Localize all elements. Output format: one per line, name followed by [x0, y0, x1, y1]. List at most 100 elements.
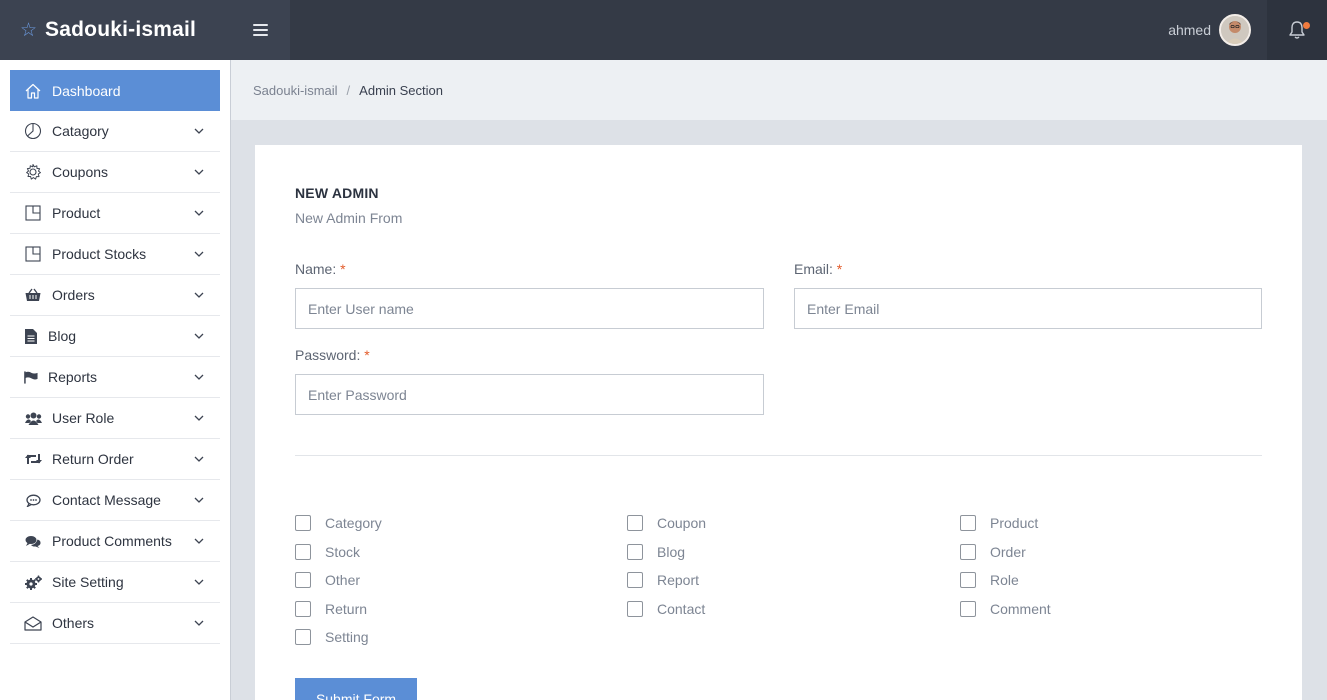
checkbox[interactable] [960, 515, 976, 531]
chevron-down-icon [194, 454, 204, 464]
sidebar-item-label: Blog [48, 328, 77, 344]
permission-setting[interactable]: Setting [295, 629, 369, 645]
menu-toggle-button[interactable] [231, 0, 290, 60]
sidebar-item-dashboard[interactable]: Dashboard [10, 70, 220, 111]
sidebar-item-others[interactable]: Others [10, 603, 220, 644]
sidebar-item-orders[interactable]: Orders [10, 275, 220, 316]
permission-product[interactable]: Product [960, 515, 1038, 531]
sidebar-item-label: Others [52, 615, 95, 631]
checkbox[interactable] [295, 601, 311, 617]
sidebar-item-user-role[interactable]: User Role [10, 398, 220, 439]
breadcrumb-current: Admin Section [359, 82, 443, 98]
chevron-down-icon [194, 495, 204, 505]
layout-icon [24, 204, 42, 222]
permission-comment[interactable]: Comment [960, 601, 1051, 617]
sidebar-item-label: Coupons [52, 164, 109, 180]
comment-icon [24, 491, 42, 509]
chevron-down-icon [194, 208, 204, 218]
sidebar-item-coupons[interactable]: Coupons [10, 152, 220, 193]
chevron-down-icon [194, 372, 204, 382]
breadcrumb-root-link[interactable]: Sadouki-ismail [253, 83, 338, 98]
breadcrumb-separator: / [346, 82, 351, 98]
permission-blog[interactable]: Blog [627, 544, 685, 560]
sidebar-item-label: Return Order [52, 451, 134, 467]
checkbox[interactable] [960, 544, 976, 560]
sidebar-item-catagory[interactable]: Catagory [10, 111, 220, 152]
permission-role[interactable]: Role [960, 572, 1019, 588]
notifications-button[interactable] [1267, 0, 1327, 60]
permission-contact[interactable]: Contact [627, 601, 705, 617]
brand[interactable]: ☆ Sadouki-ismail [0, 0, 231, 60]
checkbox[interactable] [295, 515, 311, 531]
new-admin-card: NEW ADMIN New Admin From Name: * Email: … [255, 145, 1302, 700]
chevron-down-icon [194, 290, 204, 300]
sidebar-item-reports[interactable]: Reports [10, 357, 220, 398]
chevron-down-icon [194, 413, 204, 423]
sidebar-item-site-setting[interactable]: Site Setting [10, 562, 220, 603]
sidebar-item-label: User Role [52, 410, 115, 426]
sidebar-item-label: Product [52, 205, 101, 221]
chevron-down-icon [194, 126, 204, 136]
sidebar-item-blog[interactable]: Blog [10, 316, 220, 357]
user-name[interactable]: ahmed [1168, 22, 1211, 38]
sidebar-item-contact-message[interactable]: Contact Message [10, 480, 220, 521]
email-input[interactable] [794, 288, 1262, 329]
top-bar: ☆ Sadouki-ismail ahmed [0, 0, 1327, 60]
sidebar: Dashboard Catagory Coupons Product Produ… [0, 60, 231, 700]
envelope-open-icon [24, 614, 42, 632]
checkbox[interactable] [960, 572, 976, 588]
name-label: Name: * [295, 261, 346, 277]
sidebar-item-label: Site Setting [52, 574, 124, 590]
permission-order[interactable]: Order [960, 544, 1026, 560]
required-mark: * [364, 347, 370, 363]
name-input[interactable] [295, 288, 764, 329]
chevron-down-icon [194, 577, 204, 587]
form-subtitle: New Admin From [295, 210, 403, 226]
home-icon [24, 82, 42, 100]
password-label: Password: * [295, 347, 370, 363]
checkbox[interactable] [627, 515, 643, 531]
chevron-down-icon [194, 167, 204, 177]
checkbox[interactable] [295, 629, 311, 645]
checkbox[interactable] [295, 544, 311, 560]
permission-return[interactable]: Return [295, 601, 367, 617]
layout-icon [24, 245, 42, 263]
submit-button[interactable]: Submit Form [295, 678, 417, 700]
checkbox[interactable] [627, 601, 643, 617]
checkbox[interactable] [627, 572, 643, 588]
permission-coupon[interactable]: Coupon [627, 515, 706, 531]
sidebar-item-label: Catagory [52, 123, 109, 139]
email-label: Email: * [794, 261, 843, 277]
checkbox[interactable] [960, 601, 976, 617]
sidebar-item-label: Product Comments [52, 533, 172, 549]
cogs-icon [24, 573, 42, 591]
permission-category[interactable]: Category [295, 515, 382, 531]
sidebar-item-label: Orders [52, 287, 95, 303]
permission-other[interactable]: Other [295, 572, 360, 588]
permission-report[interactable]: Report [627, 572, 699, 588]
hamburger-icon [253, 24, 268, 36]
sidebar-item-label: Reports [48, 369, 98, 385]
brand-name: Sadouki-ismail [45, 18, 197, 41]
breadcrumb: Sadouki-ismail / Admin Section [231, 60, 1327, 120]
flag-icon [24, 368, 38, 386]
sidebar-item-product-comments[interactable]: Product Comments [10, 521, 220, 562]
basket-icon [24, 286, 42, 304]
password-input[interactable] [295, 374, 764, 415]
checkbox[interactable] [295, 572, 311, 588]
required-mark: * [836, 261, 843, 277]
sidebar-item-product[interactable]: Product [10, 193, 220, 234]
sidebar-item-return-order[interactable]: Return Order [10, 439, 220, 480]
avatar[interactable] [1219, 14, 1251, 46]
gear-icon [24, 163, 42, 181]
users-icon [24, 409, 42, 427]
notification-dot [1303, 22, 1310, 29]
sidebar-item-product-stocks[interactable]: Product Stocks [10, 234, 220, 275]
pie-chart-icon [24, 122, 42, 140]
permission-stock[interactable]: Stock [295, 544, 360, 560]
sidebar-item-label: Product Stocks [52, 246, 147, 262]
checkbox[interactable] [627, 544, 643, 560]
document-icon [24, 327, 38, 345]
chevron-down-icon [194, 331, 204, 341]
required-mark: * [340, 261, 346, 277]
